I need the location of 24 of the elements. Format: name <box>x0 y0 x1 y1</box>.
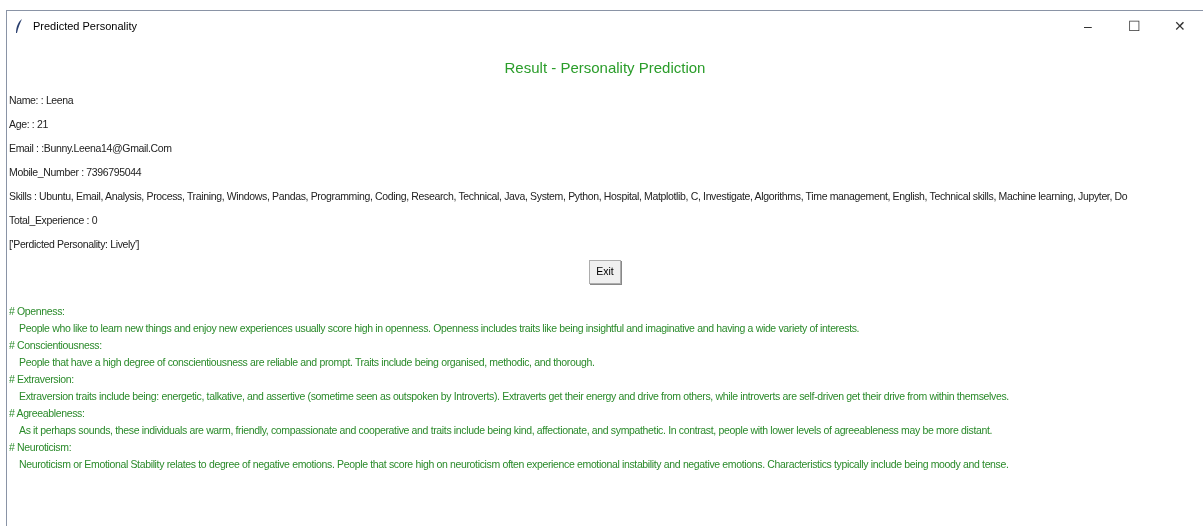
close-button[interactable]: ✕ <box>1157 11 1203 41</box>
info-line: Name: : Leena <box>9 92 75 108</box>
trait-title: # Extraversion: <box>9 372 75 386</box>
exit-button[interactable]: Exit <box>589 259 621 284</box>
trait-title: # Conscientiousness: <box>9 338 103 352</box>
result-heading: Result - Personality Prediction <box>504 58 706 78</box>
prediction-text: ['Perdicted Personality: Lively'] <box>9 236 141 252</box>
trait-description: Extraversion traits include being: energetic, talkative, and assertive (sometime seen as outspoken by Introverts). Extraverts get their energy and drive from others, while introverts are self-driven get their drive from within themselves. <box>18 389 1010 403</box>
trait-title: # Neuroticism: <box>9 440 73 454</box>
info-line: Mobile_Number : 7396795044 <box>9 164 143 180</box>
window-title: Predicted Personality <box>33 18 137 34</box>
info-line: Email : :Bunny.Leena14@Gmail.Com <box>9 140 173 156</box>
info-line: Total_Experience : 0 <box>9 212 99 228</box>
info-line: Skills : Ubuntu, Email, Analysis, Process, Training, Windows, Pandas, Programming, Coding, Research, Technical, Java, System, Python, Hospital, Matplotlib, C, Investigate, Algorithms, Time management, English, Technical skills, Machine learning, Jupyter, Do <box>9 188 1129 204</box>
info-line: Age: : 21 <box>9 116 49 132</box>
feather-icon <box>15 19 23 33</box>
trait-title: # Agreeableness: <box>9 406 86 420</box>
trait-description: Neuroticism or Emotional Stability relates to degree of negative emotions. People that score high on neuroticism often experience emotional instability and negative emotions. Characteristics typically include being moody and tense. <box>18 457 1010 471</box>
trait-description: People who like to learn new things and enjoy new experiences usually score high in openness. Openness includes traits like being insightful and imaginative and having a wide variety of interests. <box>18 321 861 335</box>
trait-description: People that have a high degree of conscientiousness are reliable and prompt. Traits include being organised, methodic, and thorough. <box>18 355 596 369</box>
minimize-button[interactable]: – <box>1065 11 1111 41</box>
maximize-button[interactable]: ☐ <box>1111 11 1157 41</box>
trait-description: As it perhaps sounds, these individuals are warm, friendly, compassionate and cooperative and traits include being kind, affectionate, and sympathetic. In contrast, people with lower levels of agreeableness may be more distant. <box>18 423 994 437</box>
trait-title: # Openness: <box>9 304 66 318</box>
